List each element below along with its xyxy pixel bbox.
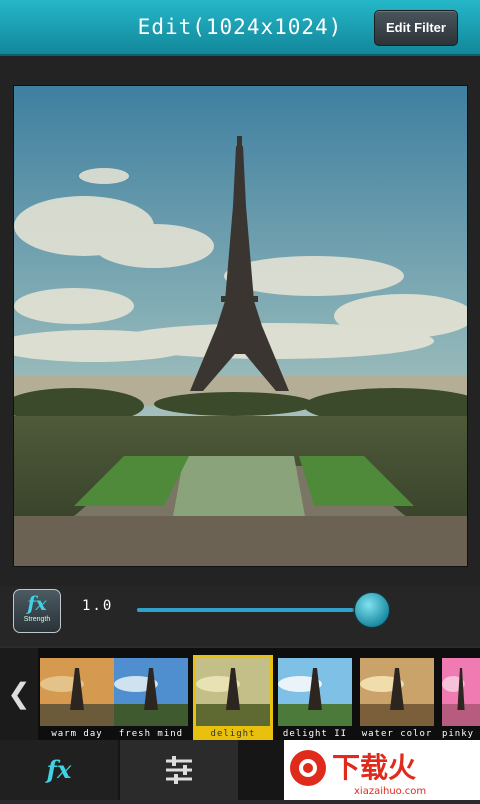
filter-name-label: pinky xyxy=(441,729,475,739)
strength-row: fx Strength 1.0 xyxy=(0,586,480,646)
chevron-left-icon[interactable]: ❮ xyxy=(0,648,38,740)
filter-name-label: fresh mind xyxy=(118,729,184,739)
strength-slider-track[interactable] xyxy=(137,608,377,612)
filter-thumbnail[interactable] xyxy=(40,658,114,726)
filter-name-label: warm day xyxy=(51,729,103,739)
strength-caption: Strength xyxy=(23,616,51,623)
tab-fx[interactable]: fx xyxy=(0,740,118,800)
watermark-logo: 下载火 xiazaihuo.com xyxy=(284,740,480,800)
filter-thumbnail[interactable] xyxy=(114,658,188,726)
filter-thumbnail[interactable] xyxy=(442,658,480,726)
fx-strength-button[interactable]: fx Strength xyxy=(13,589,61,633)
fx-icon: fx xyxy=(27,593,47,615)
watermark-text: 下载火 xyxy=(332,751,416,784)
strength-value: 1.0 xyxy=(82,598,114,614)
edit-filter-button[interactable]: Edit Filter xyxy=(374,10,458,46)
filter-name-label: delight xyxy=(193,728,273,740)
filter-thumbnail[interactable] xyxy=(193,655,273,729)
watermark-site: xiazaihuo.com xyxy=(354,786,426,797)
strength-slider-thumb[interactable] xyxy=(354,592,390,628)
app-header: Edit(1024x1024) Edit Filter xyxy=(0,0,480,56)
edited-photo xyxy=(13,85,468,567)
strength-slider-fill xyxy=(137,608,353,612)
filter-name-label: delight II xyxy=(282,729,348,739)
filter-name-label: water color xyxy=(361,729,433,739)
sliders-icon xyxy=(166,756,192,784)
tab-adjust[interactable] xyxy=(120,740,238,800)
filter-thumbnail[interactable] xyxy=(278,658,352,726)
filter-thumbnail[interactable] xyxy=(360,658,434,726)
